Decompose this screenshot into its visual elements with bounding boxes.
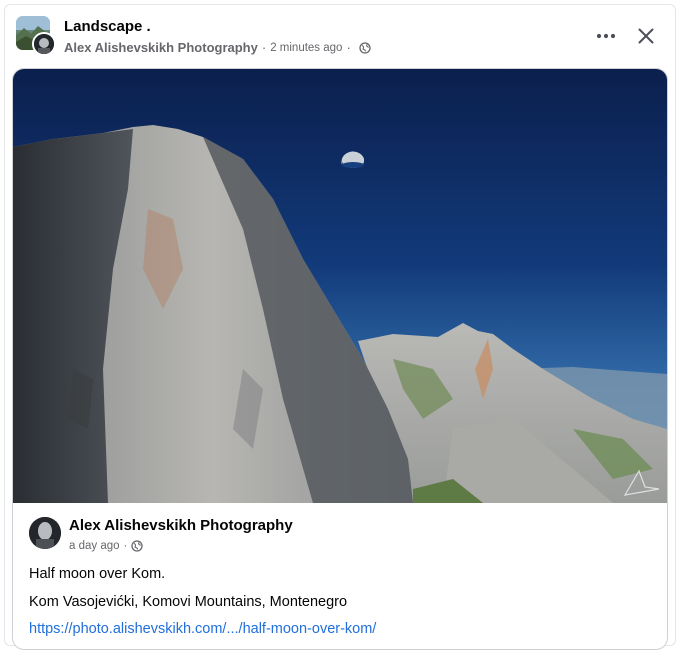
close-icon	[638, 28, 654, 44]
globe-icon	[359, 41, 371, 54]
shared-post-timestamp[interactable]: a day ago	[69, 540, 120, 552]
post-link[interactable]: https://photo.alishevskikh.com/.../half-…	[29, 621, 376, 637]
shared-post-card[interactable]: Alex Alishevskikh Photography a day ago …	[12, 68, 668, 650]
landscape-photo[interactable]	[13, 69, 667, 503]
post-text-line: Half moon over Kom.	[29, 566, 166, 582]
close-button[interactable]	[632, 22, 660, 50]
globe-icon	[131, 540, 144, 552]
shared-author-name[interactable]: Alex Alishevskikh Photography	[69, 517, 293, 534]
post-text-line: Kom Vasojevićki, Komovi Mountains, Monte…	[29, 594, 348, 610]
shared-post-meta: a day ago ·	[69, 540, 144, 552]
shared-post-header: Alex Alishevskikh Photography a day ago …	[29, 517, 649, 557]
post-meta: Alex Alishevskikh Photography · 2 minute…	[64, 40, 371, 55]
more-options-button[interactable]	[592, 22, 620, 50]
post-timestamp[interactable]: 2 minutes ago	[270, 42, 342, 54]
more-horizontal-icon	[596, 33, 616, 39]
group-avatar-stack[interactable]	[16, 16, 56, 56]
author-avatar[interactable]	[32, 32, 56, 56]
separator-dot: ·	[346, 40, 351, 55]
separator-dot: ·	[261, 40, 267, 55]
group-title[interactable]: Landscape .	[64, 18, 151, 35]
post-header: Landscape . Alex Alishevskikh Photograph…	[16, 16, 666, 58]
author-name[interactable]: Alex Alishevskikh Photography	[64, 40, 258, 55]
shared-author-avatar[interactable]	[29, 517, 61, 549]
separator-dot: ·	[123, 540, 128, 552]
